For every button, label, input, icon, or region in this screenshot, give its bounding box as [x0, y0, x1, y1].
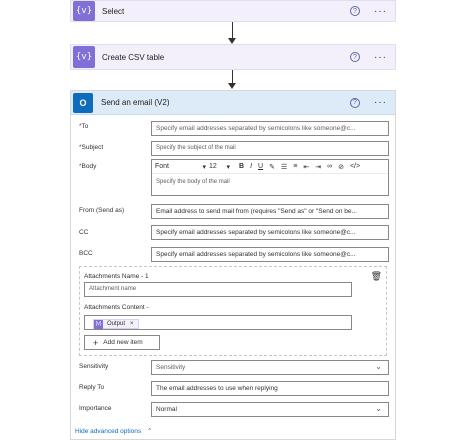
- send-email-title: Send an email (V2): [101, 98, 170, 107]
- code-view-icon[interactable]: </>: [350, 163, 360, 170]
- bcc-label: BCC: [79, 250, 93, 257]
- bullet-list-icon[interactable]: ☰: [281, 163, 287, 171]
- importance-dropdown[interactable]: Normal ⌄: [151, 402, 389, 417]
- attachment-name-label: Attachments Name - 1: [84, 273, 149, 280]
- from-label: From (Send as): [79, 207, 125, 214]
- data-operation-icon: {v}: [94, 319, 103, 329]
- connector-line: [232, 70, 233, 84]
- body-toolbar: Font ▾ 12 ▾ B I U ✎ ☰ ≡ ⇤ ⇥ ∞ ⊘ </>: [152, 160, 388, 174]
- sensitivity-label: Sensitivity: [79, 363, 109, 370]
- select-action-title: Select: [102, 6, 125, 16]
- flow-canvas: {v} Select ? ··· {v} Create CSV table ? …: [0, 0, 474, 440]
- bcc-field[interactable]: Specify email addresses separated by sem…: [151, 247, 389, 262]
- cc-label: CC: [79, 229, 89, 236]
- body-placeholder: Specify the body of the mail: [156, 179, 230, 185]
- attachment-content-label: Attachments Content -: [84, 304, 149, 311]
- more-options-icon[interactable]: ···: [374, 52, 387, 63]
- send-email-card: O Send an email (V2) ? ··· *To Specify e…: [70, 90, 396, 440]
- caret-down-icon: ▾: [202, 163, 206, 171]
- close-icon[interactable]: ×: [130, 321, 134, 327]
- chevron-up-icon: ⌃: [146, 428, 153, 435]
- from-field[interactable]: Email address to send mail from (require…: [151, 204, 389, 219]
- add-new-item-button[interactable]: + Add new item: [84, 335, 160, 350]
- attachment-content-field[interactable]: {v} Output ×: [84, 315, 352, 330]
- font-select[interactable]: Font ▾: [155, 163, 209, 171]
- chevron-down-icon: ⌄: [375, 404, 382, 413]
- arrow-down-icon: [228, 83, 236, 89]
- select-action-card[interactable]: {v} Select ? ···: [70, 0, 396, 22]
- attachments-group: 🗑 Attachments Name - 1 Attachment name A…: [79, 266, 387, 356]
- more-options-icon[interactable]: ···: [374, 97, 387, 108]
- body-editor[interactable]: Font ▾ 12 ▾ B I U ✎ ☰ ≡ ⇤ ⇥ ∞ ⊘ </> Specif…: [151, 159, 389, 196]
- importance-label: Importance: [79, 405, 112, 412]
- create-csv-action-title: Create CSV table: [102, 52, 165, 62]
- indent-right-icon[interactable]: ⇥: [315, 163, 321, 171]
- to-label: *To: [79, 123, 89, 130]
- numbered-list-icon[interactable]: ≡: [293, 163, 297, 170]
- data-operation-icon: {v}: [73, 46, 95, 68]
- bold-icon[interactable]: B: [239, 163, 244, 170]
- create-csv-action-card[interactable]: {v} Create CSV table ? ···: [70, 44, 396, 70]
- chevron-down-icon: ⌄: [375, 362, 382, 371]
- attachment-name-field[interactable]: Attachment name: [84, 282, 352, 297]
- output-token[interactable]: {v} Output ×: [93, 319, 139, 329]
- body-label: *Body: [79, 163, 97, 170]
- help-icon[interactable]: ?: [350, 97, 360, 108]
- italic-icon[interactable]: I: [250, 163, 252, 170]
- caret-down-icon: ▾: [226, 163, 230, 171]
- to-field[interactable]: Specify email addresses separated by sem…: [151, 121, 389, 136]
- outlook-icon: O: [73, 92, 93, 113]
- hide-advanced-options-link[interactable]: Hide advanced options ⌃: [75, 427, 152, 435]
- cc-field[interactable]: Specify email addresses separated by sem…: [151, 225, 389, 240]
- plus-icon: +: [93, 337, 99, 348]
- subject-label: *Subject: [79, 144, 104, 151]
- sensitivity-dropdown[interactable]: Sensitivity ⌄: [151, 360, 389, 375]
- subject-field[interactable]: Specify the subject of the mail: [151, 141, 389, 156]
- pen-icon[interactable]: ✎: [269, 163, 275, 171]
- indent-left-icon[interactable]: ⇤: [303, 163, 309, 171]
- more-options-icon[interactable]: ···: [374, 6, 387, 17]
- reply-to-label: Reply To: [79, 384, 105, 391]
- help-icon[interactable]: ?: [350, 52, 360, 62]
- unlink-icon[interactable]: ⊘: [338, 163, 344, 171]
- send-email-header[interactable]: O Send an email (V2) ? ···: [71, 91, 395, 115]
- reply-to-field[interactable]: The email addresses to use when replying: [151, 381, 389, 396]
- font-size-select[interactable]: 12 ▾: [209, 163, 233, 171]
- underline-icon[interactable]: U: [258, 163, 263, 170]
- trash-icon[interactable]: 🗑: [371, 271, 382, 282]
- link-icon[interactable]: ∞: [327, 163, 332, 170]
- data-operation-icon: {v}: [73, 1, 95, 21]
- help-icon[interactable]: ?: [350, 6, 360, 16]
